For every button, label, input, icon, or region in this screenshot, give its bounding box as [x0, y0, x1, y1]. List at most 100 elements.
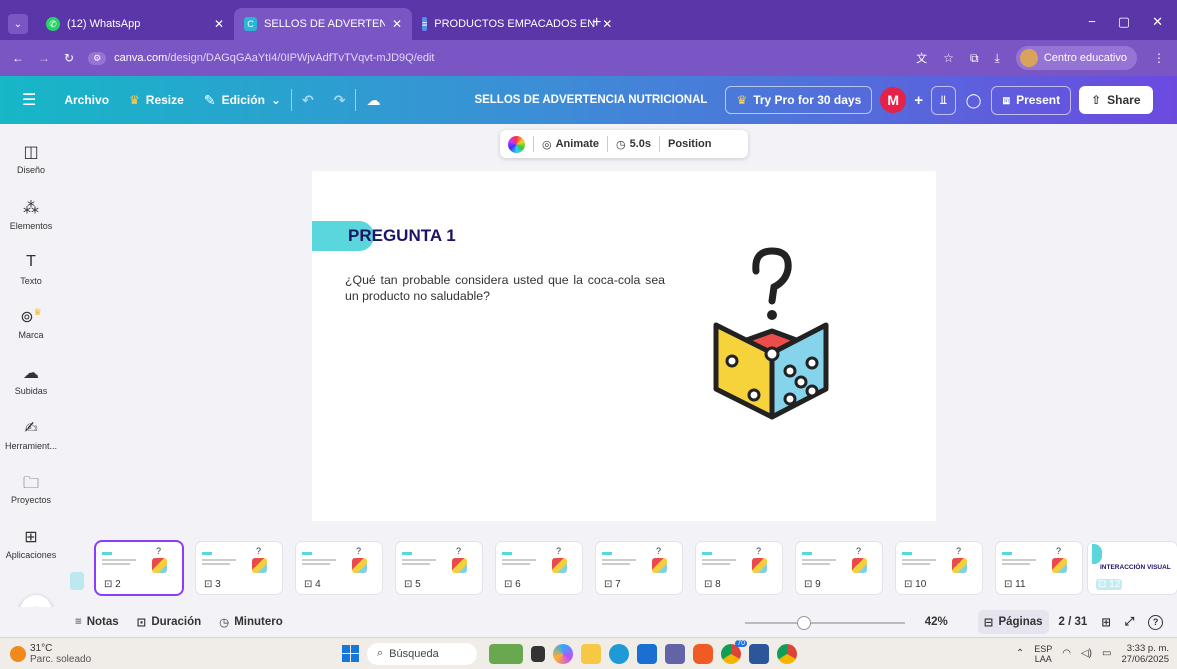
- color-picker-icon[interactable]: [508, 135, 525, 153]
- thumb-line: [1002, 559, 1036, 561]
- forward-icon[interactable]: →: [38, 51, 50, 65]
- cloud-saved-icon[interactable]: ☁: [356, 92, 390, 109]
- brave-icon[interactable]: [693, 643, 713, 664]
- tab-whatsapp[interactable]: ✆ (12) WhatsApp ✕: [36, 8, 234, 40]
- back-icon[interactable]: ←: [12, 51, 24, 65]
- page-thumbnail[interactable]: ? ⊡ 4: [296, 542, 382, 594]
- windows-start-icon[interactable]: [342, 645, 359, 662]
- restore-icon[interactable]: ▢: [1118, 14, 1130, 30]
- document-title[interactable]: SELLOS DE ADVERTENCIA NUTRICIONAL: [464, 94, 717, 106]
- pages-button[interactable]: ⊟ Páginas: [977, 610, 1049, 634]
- edge-icon[interactable]: [609, 643, 629, 664]
- wifi-icon[interactable]: ◠: [1062, 648, 1071, 659]
- window-close-icon[interactable]: ✕: [1152, 14, 1163, 30]
- sidebar-item-projects[interactable]: 🗀 Proyectos: [0, 472, 62, 505]
- close-icon[interactable]: ✕: [392, 17, 402, 31]
- fullscreen-icon[interactable]: ⤢: [1125, 616, 1134, 629]
- comment-icon[interactable]: ◯: [956, 92, 992, 109]
- duration-button[interactable]: ◷ 5.0s: [616, 138, 651, 151]
- site-info-icon[interactable]: ⚙: [88, 51, 107, 65]
- tab-search-icon[interactable]: ⌄: [8, 14, 28, 34]
- notes-button[interactable]: ≡ Notas: [75, 616, 119, 628]
- battery-icon[interactable]: ▭: [1102, 648, 1111, 659]
- teams-icon[interactable]: [665, 643, 685, 664]
- thumb-number-text: 5: [415, 579, 421, 590]
- page-thumbnail[interactable]: ? ⊡ 5: [396, 542, 482, 594]
- reload-icon[interactable]: ↻: [64, 51, 74, 65]
- close-icon[interactable]: ✕: [214, 17, 224, 31]
- grid-view-icon[interactable]: ⊞: [1101, 615, 1111, 629]
- sidebar-item-text[interactable]: T Texto: [0, 253, 62, 286]
- present-button[interactable]: ⧈ Present: [991, 85, 1072, 115]
- duration-toggle-button[interactable]: ⊡ Duración: [137, 615, 201, 629]
- tab-canva[interactable]: C SELLOS DE ADVERTENCIA NUTI ✕: [234, 8, 412, 40]
- copilot-icon[interactable]: [553, 643, 573, 664]
- page-thumbnail[interactable]: ? ⊡ 11: [996, 542, 1082, 594]
- slide-canvas[interactable]: PREGUNTA 1 ¿Qué tan probable considera u…: [312, 171, 936, 521]
- dice-question-icon[interactable]: [712, 211, 830, 421]
- edit-menu[interactable]: ✎ Edición ⌄: [194, 92, 291, 109]
- profile-button[interactable]: Centro educativo: [1015, 46, 1137, 70]
- analytics-icon[interactable]: ⫫: [931, 85, 956, 115]
- page-thumbnail[interactable]: ? ⊡ 6: [496, 542, 582, 594]
- task-view-icon[interactable]: [531, 645, 545, 662]
- url-field[interactable]: ⚙ canva.com/design/DAGqGAaYtI4/0IPWjvAdf…: [88, 51, 435, 65]
- translate-icon[interactable]: ⽂: [916, 50, 927, 66]
- help-icon[interactable]: ?: [1148, 614, 1164, 630]
- position-button[interactable]: Position: [668, 138, 711, 150]
- redo-icon[interactable]: ↷: [324, 92, 356, 109]
- file-menu[interactable]: Archivo: [54, 93, 119, 107]
- extensions-icon[interactable]: ⧉: [970, 51, 979, 66]
- file-explorer-icon[interactable]: [581, 643, 601, 664]
- sidebar-item-elements[interactable]: ⁂ Elementos: [0, 198, 62, 231]
- browser-menu-icon[interactable]: ⋮: [1153, 51, 1165, 65]
- page-thumbnail[interactable]: ? ⊡ 2: [96, 542, 182, 594]
- thumb-accent: [102, 552, 112, 555]
- page-thumbnail[interactable]: ? ⊡ 10: [896, 542, 982, 594]
- tab-productos[interactable]: ≡ PRODUCTOS EMPACADOS EN ✕: [412, 8, 612, 40]
- undo-icon[interactable]: ↶: [292, 92, 324, 109]
- scroll-left-arrow[interactable]: [70, 572, 84, 590]
- hamburger-menu-icon[interactable]: ☰: [0, 90, 54, 110]
- page-thumbnail-last[interactable]: INTERACCIÓN VISUAL ⊡ 12: [1088, 542, 1177, 594]
- clock-time[interactable]: 3:33 p. m.: [1121, 643, 1169, 654]
- question-mark-icon: ?: [256, 546, 262, 556]
- share-button[interactable]: ⇧ Share: [1079, 86, 1153, 114]
- word-icon[interactable]: [749, 643, 769, 664]
- dice-icon: [652, 558, 667, 573]
- zoom-percentage[interactable]: 42%: [925, 616, 948, 628]
- chrome-icon[interactable]: 70: [721, 639, 747, 664]
- lizard-widget-icon[interactable]: [489, 643, 523, 664]
- download-icon[interactable]: ⤓: [995, 51, 1000, 66]
- taskbar-search[interactable]: ⌕ Búsqueda: [367, 642, 477, 665]
- store-icon[interactable]: [637, 643, 657, 664]
- minimize-icon[interactable]: −: [1088, 14, 1096, 30]
- thumb-line: [402, 563, 430, 565]
- resize-button[interactable]: ♛ Resize: [119, 93, 194, 107]
- add-collaborator-icon[interactable]: +: [906, 92, 931, 109]
- bookmark-star-icon[interactable]: ☆: [943, 51, 954, 65]
- sidebar-item-tools[interactable]: ✍ Herramient...: [0, 418, 62, 451]
- lang-top[interactable]: ESP: [1034, 644, 1052, 654]
- sidebar-item-brand[interactable]: ⊚♛ Marca: [0, 307, 62, 340]
- user-avatar[interactable]: M: [880, 87, 907, 113]
- close-icon[interactable]: ✕: [602, 17, 612, 31]
- zoom-slider-knob[interactable]: [797, 616, 811, 630]
- page-thumbnail[interactable]: ? ⊡ 9: [796, 542, 882, 594]
- tray-chevron-icon[interactable]: ⌃: [1016, 648, 1024, 659]
- page-thumbnail[interactable]: ? ⊡ 7: [596, 542, 682, 594]
- chrome-profile-icon[interactable]: [777, 643, 797, 664]
- weather-widget[interactable]: 31°C Parc. soleado: [10, 643, 140, 665]
- url-path: /design/DAGqGAaYtI4/0IPWjvAdfTvTVqvt-mJD…: [167, 52, 435, 64]
- page-thumbnail[interactable]: ? ⊡ 3: [196, 542, 282, 594]
- try-pro-button[interactable]: ♛ Try Pro for 30 days: [725, 86, 873, 114]
- animate-button[interactable]: ◎ Animate: [542, 138, 599, 151]
- page-thumbnail[interactable]: ? ⊡ 8: [696, 542, 782, 594]
- timer-button[interactable]: ◷ Minutero: [219, 615, 283, 629]
- volume-icon[interactable]: ◁): [1081, 648, 1092, 659]
- slide-question-text[interactable]: ¿Qué tan probable considera usted que la…: [345, 272, 665, 304]
- sidebar-item-uploads[interactable]: ☁ Subidas: [0, 363, 62, 396]
- zoom-slider[interactable]: [745, 616, 905, 630]
- sidebar-item-design[interactable]: ◫ Diseño: [0, 142, 62, 175]
- slide-title[interactable]: PREGUNTA 1: [348, 226, 456, 246]
